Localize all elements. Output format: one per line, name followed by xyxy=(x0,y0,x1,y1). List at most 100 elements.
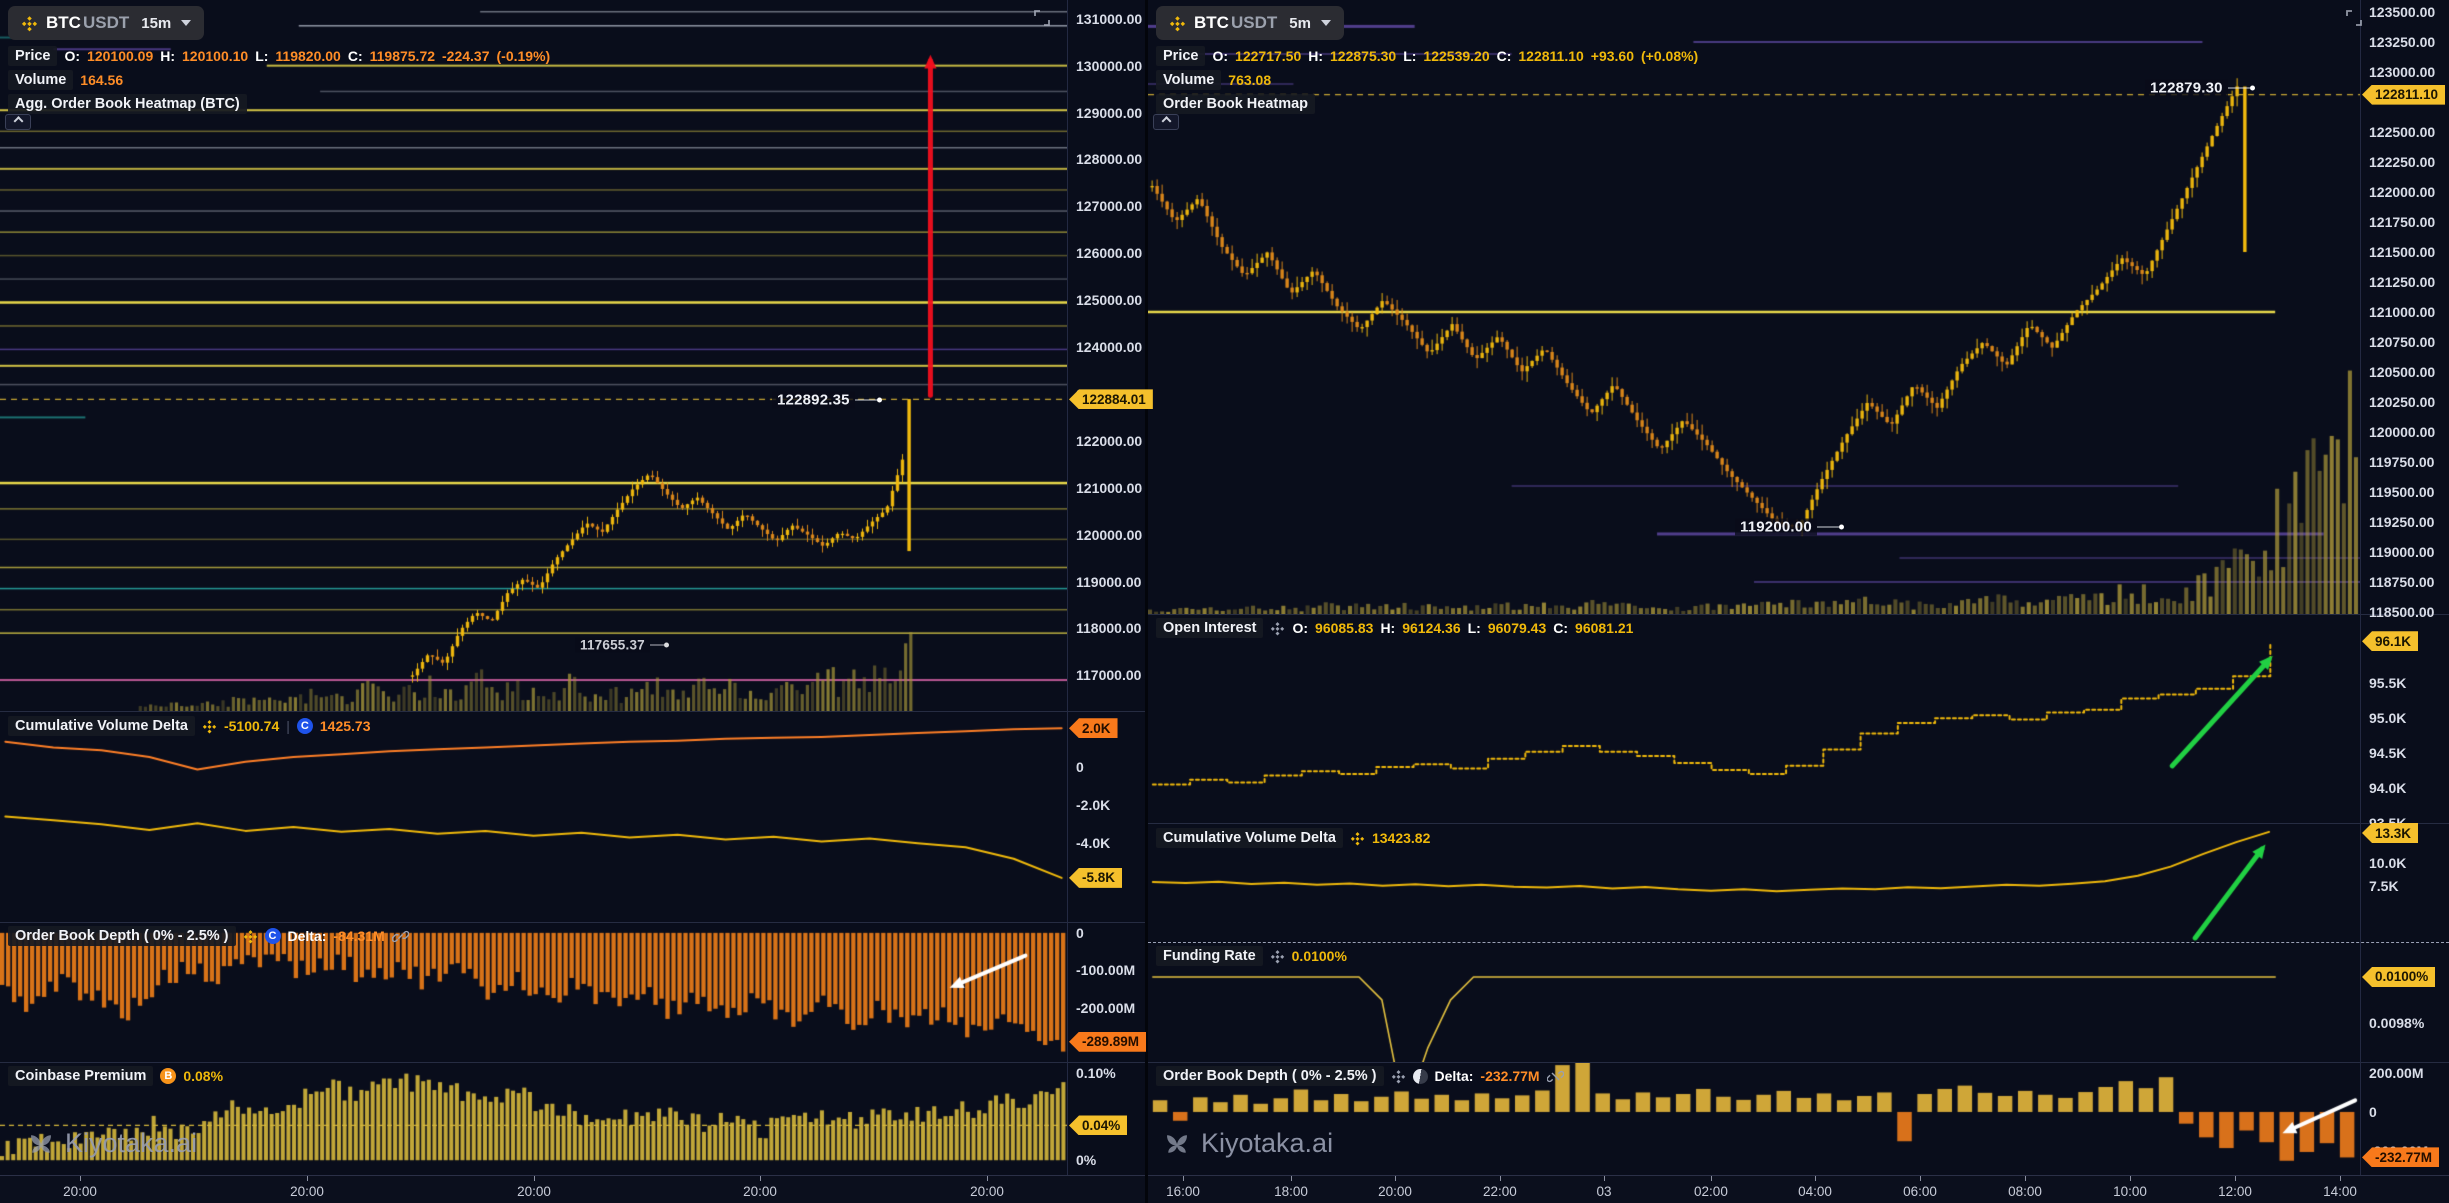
time-tick-label: 16:00 xyxy=(1166,1184,1200,1199)
open-label: O: xyxy=(1212,48,1228,64)
heatmap-title: Order Book Heatmap xyxy=(1156,94,1315,114)
funding-label: Funding Rate xyxy=(1156,946,1263,966)
time-tick-mark xyxy=(2130,1176,2131,1181)
axis-tick-label: 94.5K xyxy=(2369,745,2406,761)
time-tick-label: 20:00 xyxy=(63,1184,97,1199)
axis-tick-label: 0.0098% xyxy=(2369,1015,2424,1031)
right-open-interest-chart[interactable] xyxy=(1148,614,2360,823)
delta-value: -232.77M xyxy=(1480,1068,1539,1084)
volume-value: 164.56 xyxy=(80,72,123,88)
divider xyxy=(0,1062,1148,1063)
axis-tick-label: 120250.00 xyxy=(2369,394,2435,410)
divider xyxy=(1148,1062,2449,1063)
right-low-price-marker: 119200.00 xyxy=(1735,519,1844,536)
last-value-tag: -232.77M xyxy=(2362,1147,2439,1167)
watermark-text: Kiyotaka.ai xyxy=(65,1128,197,1159)
close-label: C: xyxy=(1497,48,1512,64)
time-tick-label: 20:00 xyxy=(1378,1184,1412,1199)
divider xyxy=(0,922,1148,923)
symbol-base: BTC xyxy=(46,13,81,33)
left-low-price-marker: 117655.37 xyxy=(575,638,669,653)
kiyotaka-watermark: Kiyotaka.ai xyxy=(26,1128,197,1159)
link-off-icon[interactable] xyxy=(1547,1068,1564,1085)
collapse-button[interactable] xyxy=(5,114,31,130)
time-tick-label: 20:00 xyxy=(290,1184,324,1199)
expand-icon xyxy=(2344,8,2364,28)
axis-tick-label: 124000.00 xyxy=(1076,339,1142,355)
axis-tick-label: 121000.00 xyxy=(1076,480,1142,496)
fullscreen-button[interactable] xyxy=(1032,8,1052,33)
change-pct: (+0.08%) xyxy=(1641,48,1698,64)
delta-label: Delta: xyxy=(288,928,327,944)
change-pct: (-0.19%) xyxy=(497,48,551,64)
chevron-down-icon xyxy=(1321,20,1331,26)
binance-icon xyxy=(1270,949,1285,964)
binance-icon xyxy=(21,15,38,32)
open-label: O: xyxy=(64,48,80,64)
time-tick-mark xyxy=(2025,1176,2026,1181)
axis-tick-label: 121000.00 xyxy=(2369,304,2435,320)
left-symbol-selector[interactable]: BTC USDT 15m xyxy=(8,6,204,40)
left-current-price-marker: 122892.35 xyxy=(772,392,882,409)
time-tick-mark xyxy=(80,1176,81,1181)
exchange-icon xyxy=(1413,1069,1428,1084)
right-symbol-selector[interactable]: BTC USDT 5m xyxy=(1156,6,1344,40)
symbol-quote: USDT xyxy=(83,13,129,33)
axis-tick-label: -2.0K xyxy=(1076,797,1110,813)
fullscreen-button[interactable] xyxy=(2344,8,2364,33)
low-label: L: xyxy=(1403,48,1416,64)
obd-label: Order Book Depth ( 0% - 2.5% ) xyxy=(8,926,236,946)
time-tick-mark xyxy=(2340,1176,2341,1181)
divider xyxy=(1148,942,2449,943)
time-tick-label: 08:00 xyxy=(2008,1184,2042,1199)
binance-icon xyxy=(202,719,217,734)
last-value-tag: 122884.01 xyxy=(1069,389,1153,409)
close-label: C: xyxy=(1553,620,1568,636)
time-tick-mark xyxy=(307,1176,308,1181)
delta-label: Delta: xyxy=(1435,1068,1474,1084)
axis-tick-label: 123000.00 xyxy=(2369,64,2435,80)
oi-label: Open Interest xyxy=(1156,618,1263,638)
symbol-quote: USDT xyxy=(1231,13,1277,33)
time-tick-mark xyxy=(760,1176,761,1181)
chevron-up-icon xyxy=(13,116,23,126)
last-value-tag: 96.1K xyxy=(2362,631,2418,651)
timeframe[interactable]: 15m xyxy=(141,15,171,32)
link-icon[interactable] xyxy=(392,928,409,945)
symbol-base: BTC xyxy=(1194,13,1229,33)
close-label: C: xyxy=(348,48,363,64)
marker-text: 122892.35 xyxy=(772,392,855,409)
axis-tick-label: 123500.00 xyxy=(2369,4,2435,20)
oi-high: 96124.36 xyxy=(1402,620,1460,636)
time-tick-label: 20:00 xyxy=(743,1184,777,1199)
last-value-tag: 0.0100% xyxy=(2362,967,2435,987)
axis-tick-label: -100.00M xyxy=(1076,962,1135,978)
timeframe[interactable]: 5m xyxy=(1289,15,1311,32)
left-price-axis[interactable]: 131000.00130000.00129000.00128000.001270… xyxy=(1067,0,1148,1203)
premium-label: Coinbase Premium xyxy=(8,1066,153,1086)
axis-tick-label: 125000.00 xyxy=(1076,292,1142,308)
cvd-value: 13423.82 xyxy=(1372,830,1430,846)
last-value-tag: 122811.10 xyxy=(2362,85,2445,105)
time-tick-mark xyxy=(987,1176,988,1181)
time-tick-mark xyxy=(2235,1176,2236,1181)
left-time-axis[interactable]: 20:0020:0020:0020:0020:00 xyxy=(0,1175,1148,1203)
axis-tick-label: 0 xyxy=(2369,1104,2377,1120)
axis-tick-label: 127000.00 xyxy=(1076,198,1142,214)
axis-tick-label: -200.00M xyxy=(1076,1000,1135,1016)
time-tick-mark xyxy=(1183,1176,1184,1181)
watermark-text: Kiyotaka.ai xyxy=(1201,1128,1333,1159)
marker-text: 119200.00 xyxy=(1735,519,1817,536)
time-tick-mark xyxy=(534,1176,535,1181)
axis-tick-label: 123250.00 xyxy=(2369,34,2435,50)
time-tick-mark xyxy=(1395,1176,1396,1181)
collapse-button[interactable] xyxy=(1153,114,1179,130)
close-value: 119875.72 xyxy=(370,48,435,64)
right-high-price-marker: 122879.30 xyxy=(2145,80,2255,97)
left-cvd-chart[interactable] xyxy=(0,711,1067,922)
time-tick-label: 22:00 xyxy=(1483,1184,1517,1199)
right-price-axis[interactable]: 123500.00123250.00123000.00122811.101225… xyxy=(2360,0,2449,1203)
last-value-tag: 0.04% xyxy=(1069,1115,1127,1135)
right-time-axis[interactable]: 16:0018:0020:0022:000302:0004:0006:0008:… xyxy=(1148,1175,2449,1203)
axis-tick-label: 118000.00 xyxy=(1076,620,1141,636)
